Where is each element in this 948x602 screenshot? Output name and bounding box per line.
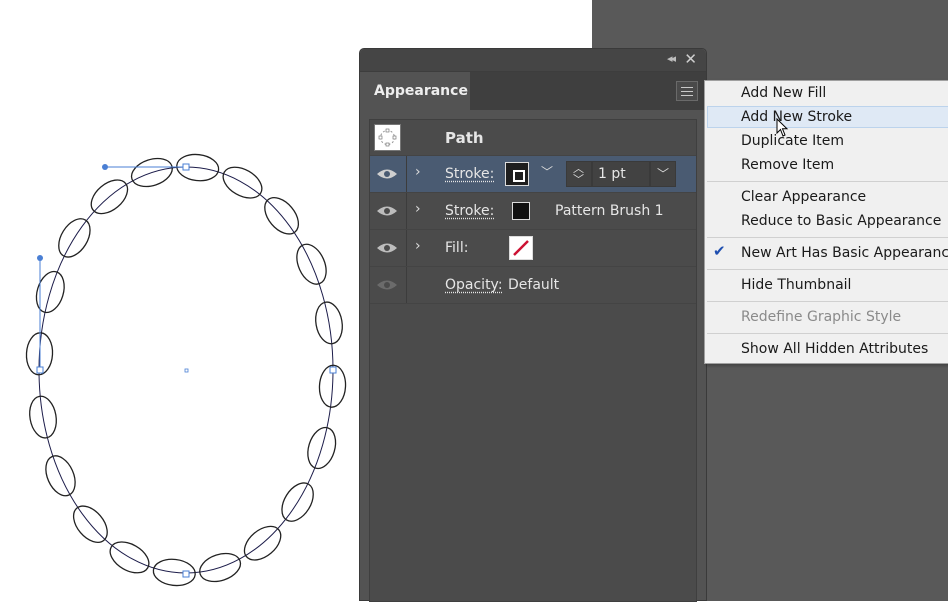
row-separator: [406, 193, 407, 229]
collapse-icon[interactable]: ◂◂: [667, 52, 674, 65]
stroke-row-2[interactable]: › Stroke: Pattern Brush 1: [370, 193, 696, 230]
expand-chevron-icon[interactable]: ›: [415, 201, 421, 217]
menu-item-redefine-graphic-style: Redefine Graphic Style: [741, 309, 901, 325]
row-separator: [406, 230, 407, 266]
menu-item-show-hidden-attributes[interactable]: Show All Hidden Attributes: [741, 341, 928, 357]
row-separator: [406, 156, 407, 192]
stroke-color-swatch[interactable]: [505, 162, 529, 186]
menu-item-new-art-basic[interactable]: New Art Has Basic Appearance: [741, 245, 948, 261]
visibility-eye-icon[interactable]: [376, 204, 398, 218]
stroke-weight-input[interactable]: 1 pt: [592, 161, 650, 187]
opacity-value: Default: [508, 277, 559, 293]
panel-titlebar[interactable]: ◂◂ ✕: [360, 49, 706, 72]
panel-context-menu: Add New Fill Add New Stroke Duplicate It…: [704, 80, 948, 364]
stroke-weight-dropdown[interactable]: ﹀: [650, 161, 676, 187]
fill-none-swatch[interactable]: [509, 236, 533, 260]
tab-appearance[interactable]: Appearance: [360, 72, 470, 110]
menu-separator: [707, 301, 948, 302]
appearance-panel: ◂◂ ✕ Appearance Path › Stroke: ﹀ ︿ ﹀ 1 p…: [359, 48, 707, 601]
panel-menu-icon[interactable]: [676, 81, 698, 101]
checkmark-icon: ✔: [713, 242, 726, 260]
menu-item-add-new-stroke[interactable]: Add New Stroke: [741, 109, 852, 125]
visibility-eye-icon[interactable]: [376, 241, 398, 255]
stroke-color-dropdown-icon[interactable]: ﹀: [541, 163, 553, 180]
appearance-list: Path › Stroke: ﹀ ︿ ﹀ 1 pt ﹀ › Stroke: Pa…: [369, 119, 697, 602]
panel-tab-strip: Appearance: [360, 72, 706, 110]
visibility-eye-icon[interactable]: [376, 167, 398, 181]
stroke-color-swatch[interactable]: [512, 202, 530, 220]
menu-separator: [707, 269, 948, 270]
stroke-label[interactable]: Stroke:: [445, 203, 494, 219]
menu-item-clear-appearance[interactable]: Clear Appearance: [741, 189, 866, 205]
object-type-label: Path: [445, 129, 484, 147]
stroke-label[interactable]: Stroke:: [445, 166, 494, 182]
menu-separator: [707, 181, 948, 182]
visibility-eye-icon: [376, 278, 398, 292]
path-header-row: Path: [370, 120, 696, 156]
menu-separator: [707, 333, 948, 334]
thumbnail-icon: [374, 124, 401, 151]
menu-item-duplicate-item[interactable]: Duplicate Item: [741, 133, 844, 149]
opacity-row[interactable]: Opacity: Default: [370, 267, 696, 304]
close-icon[interactable]: ✕: [684, 50, 697, 68]
artwork-path-pattern-brush[interactable]: [0, 140, 360, 601]
expand-chevron-icon[interactable]: ›: [415, 238, 421, 254]
fill-label[interactable]: Fill:: [445, 240, 468, 256]
menu-item-reduce-to-basic[interactable]: Reduce to Basic Appearance: [741, 213, 941, 229]
row-separator: [406, 267, 407, 303]
brush-name: Pattern Brush 1: [555, 203, 664, 219]
fill-row[interactable]: › Fill:: [370, 230, 696, 267]
stroke-weight-value: 1 pt: [598, 166, 626, 182]
stroke-weight-stepper[interactable]: ︿ ﹀: [566, 161, 592, 187]
menu-separator: [707, 237, 948, 238]
menu-item-hide-thumbnail[interactable]: Hide Thumbnail: [741, 277, 851, 293]
expand-chevron-icon[interactable]: ›: [415, 164, 421, 180]
mouse-cursor-icon: [776, 118, 790, 138]
chevron-down-icon: ﹀: [657, 165, 669, 182]
menu-item-remove-item[interactable]: Remove Item: [741, 157, 834, 173]
stroke-row-1[interactable]: › Stroke: ﹀ ︿ ﹀ 1 pt ﹀: [370, 156, 696, 193]
menu-item-add-new-fill[interactable]: Add New Fill: [741, 85, 826, 101]
opacity-label[interactable]: Opacity:: [445, 277, 503, 293]
